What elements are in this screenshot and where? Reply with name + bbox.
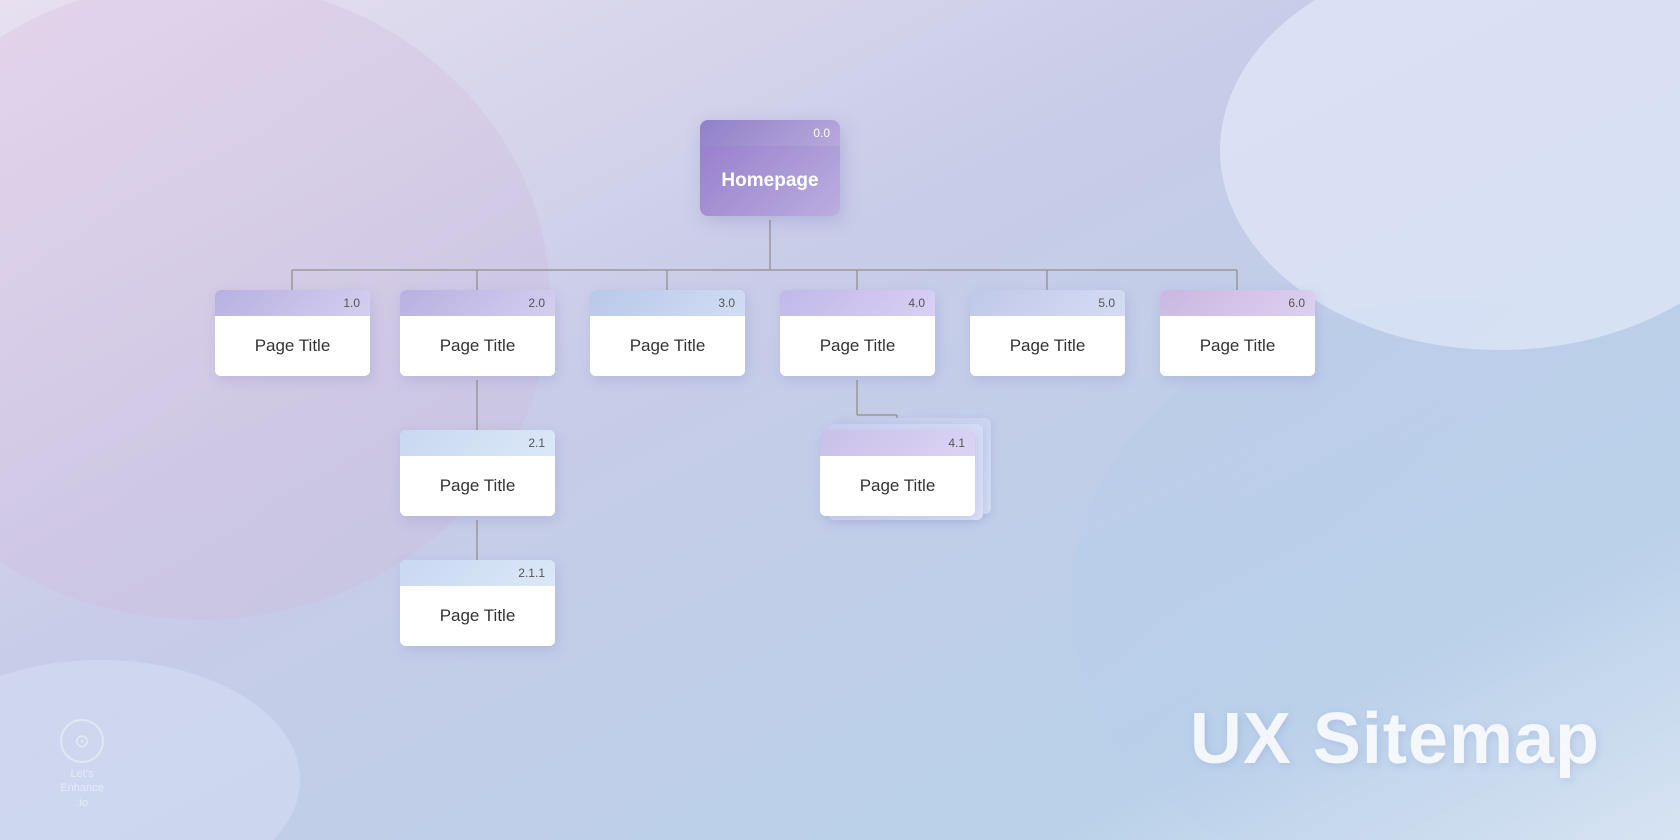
node-2-1-1-label: Page Title bbox=[440, 606, 516, 626]
node-4-0[interactable]: 4.0 Page Title bbox=[780, 290, 935, 376]
node-1-0-label: Page Title bbox=[255, 336, 331, 356]
node-2-1-1-id: 2.1.1 bbox=[518, 566, 545, 580]
node-2-1[interactable]: 2.1 Page Title bbox=[400, 430, 555, 516]
node-4-1[interactable]: 4.1 Page Title bbox=[820, 430, 975, 516]
node-2-1-1[interactable]: 2.1.1 Page Title bbox=[400, 560, 555, 646]
node-3-0-label: Page Title bbox=[630, 336, 706, 356]
node-4-0-label: Page Title bbox=[820, 336, 896, 356]
node-3-0-id: 3.0 bbox=[718, 296, 735, 310]
node-1-0[interactable]: 1.0 Page Title bbox=[215, 290, 370, 376]
node-5-0-label: Page Title bbox=[1010, 336, 1086, 356]
node-6-0-label: Page Title bbox=[1200, 336, 1276, 356]
logo-text: Let's Enhance .io bbox=[60, 767, 104, 810]
node-3-0[interactable]: 3.0 Page Title bbox=[590, 290, 745, 376]
node-4-1-id: 4.1 bbox=[948, 436, 965, 450]
homepage-id: 0.0 bbox=[813, 126, 830, 140]
node-4-1-label: Page Title bbox=[860, 476, 936, 496]
homepage-label: Homepage bbox=[721, 170, 818, 192]
ux-sitemap-title: UX Sitemap bbox=[1190, 698, 1600, 780]
node-2-0-label: Page Title bbox=[440, 336, 516, 356]
node-5-0[interactable]: 5.0 Page Title bbox=[970, 290, 1125, 376]
node-6-0-id: 6.0 bbox=[1288, 296, 1305, 310]
node-1-0-id: 1.0 bbox=[343, 296, 360, 310]
node-4-0-id: 4.0 bbox=[908, 296, 925, 310]
node-2-0[interactable]: 2.0 Page Title bbox=[400, 290, 555, 376]
homepage-node[interactable]: 0.0 Homepage bbox=[700, 120, 840, 216]
node-2-1-label: Page Title bbox=[440, 476, 516, 496]
node-2-1-id: 2.1 bbox=[528, 436, 545, 450]
node-2-0-id: 2.0 bbox=[528, 296, 545, 310]
logo-icon: ⊙ bbox=[60, 719, 104, 763]
node-6-0[interactable]: 6.0 Page Title bbox=[1160, 290, 1315, 376]
logo: ⊙ Let's Enhance .io bbox=[60, 719, 104, 810]
node-5-0-id: 5.0 bbox=[1098, 296, 1115, 310]
